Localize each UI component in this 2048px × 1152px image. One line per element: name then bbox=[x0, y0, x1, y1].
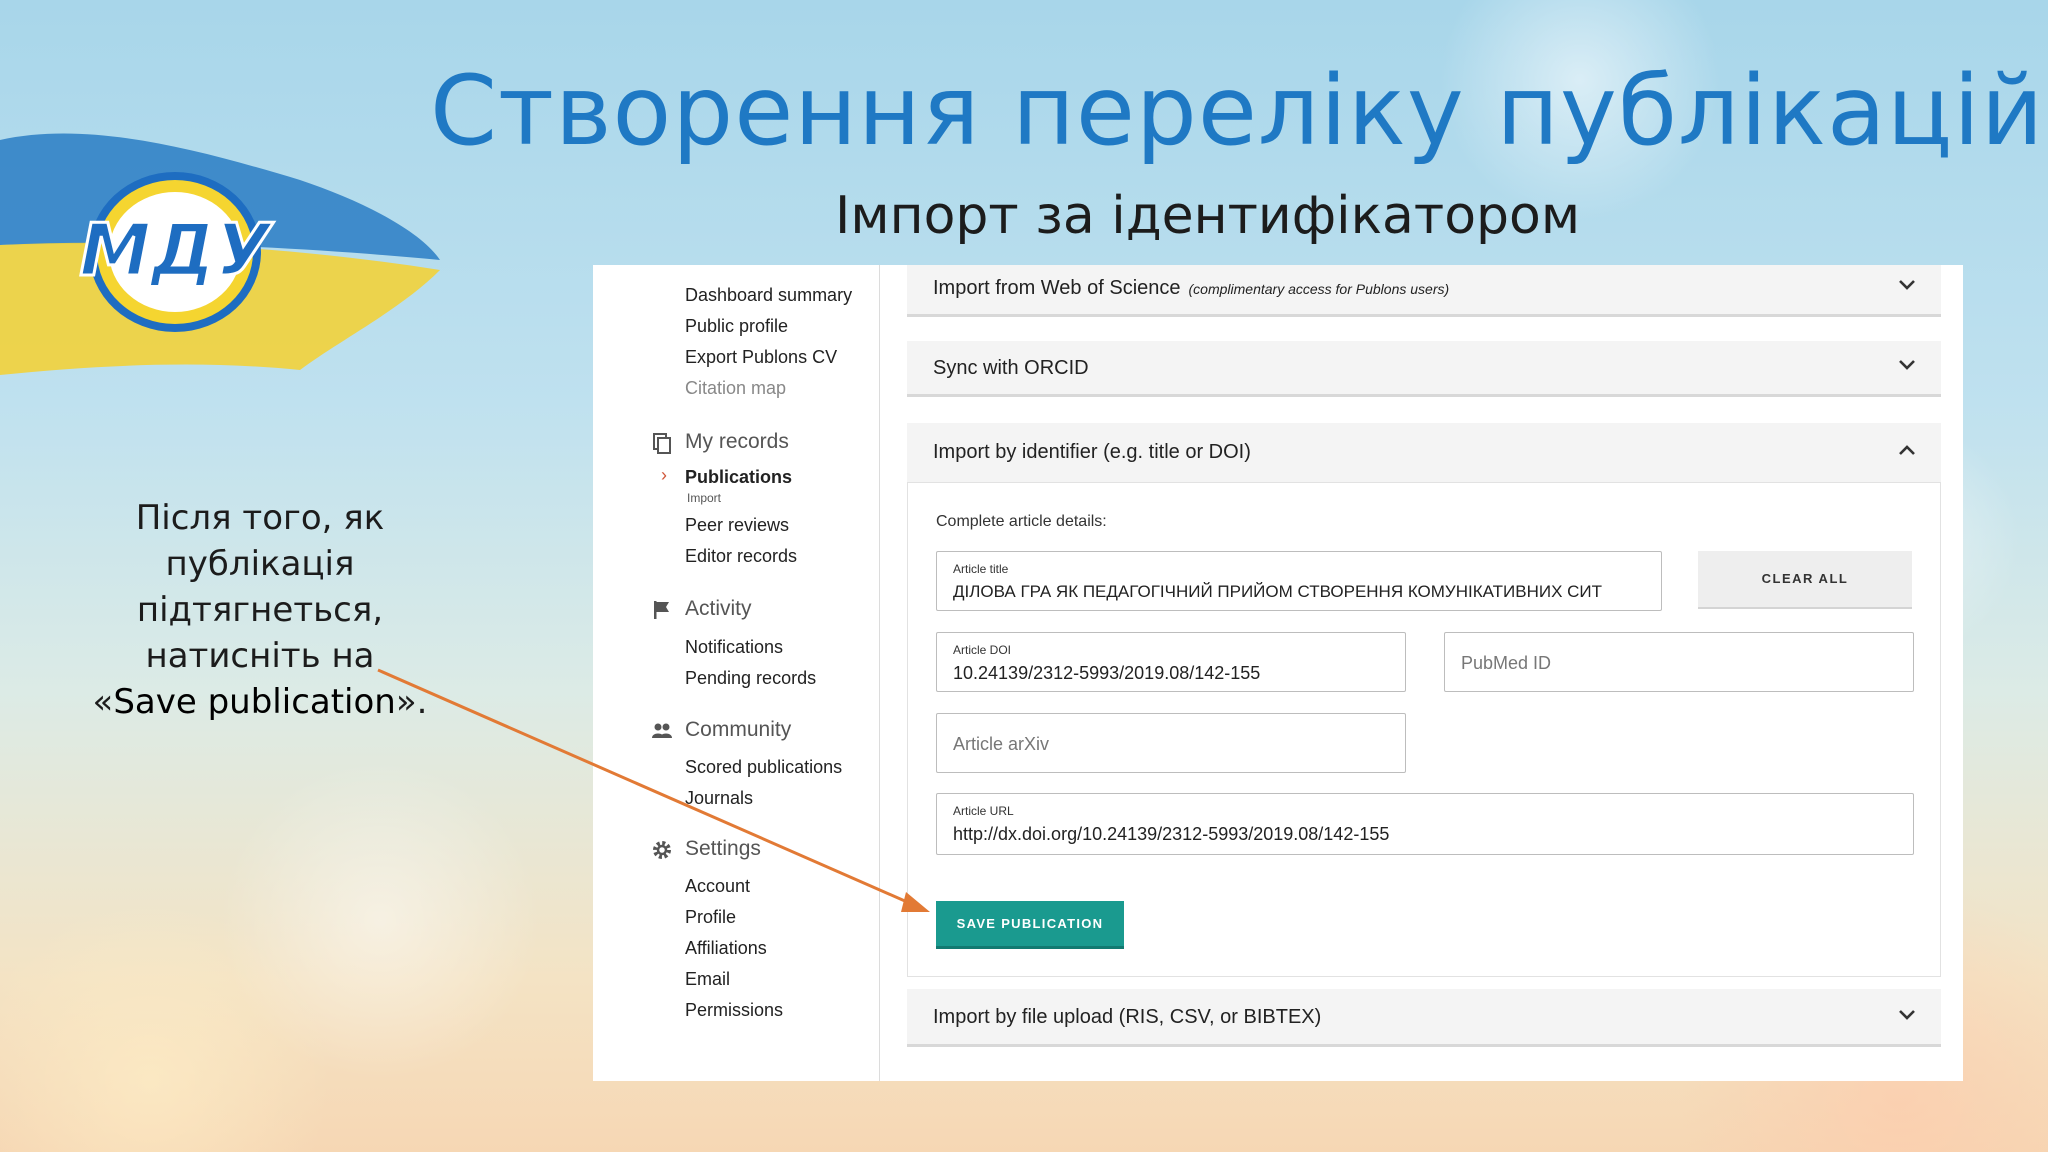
chevron-down-icon[interactable] bbox=[1895, 1003, 1919, 1027]
note-highlight: Save publication bbox=[113, 682, 396, 722]
sidebar-section-label: Community bbox=[685, 718, 792, 741]
accordion-title: Sync with ORCID bbox=[933, 357, 1089, 379]
accordion-title: Import from Web of Science (complimentary… bbox=[933, 277, 1449, 300]
publons-screenshot: Dashboard summary Public profile Export … bbox=[593, 265, 1963, 1081]
article-doi-field[interactable]: Article DOI 10.24139/2312-5993/2019.08/1… bbox=[936, 632, 1406, 692]
sidebar-item-public-profile[interactable]: Public profile bbox=[685, 316, 788, 337]
sidebar-section-label: Activity bbox=[685, 597, 752, 620]
main-content: Import from Web of Science (complimentary… bbox=[879, 265, 1963, 1081]
accordion-note: (complimentary access for Publons users) bbox=[1188, 281, 1450, 297]
gear-icon bbox=[653, 841, 671, 859]
chevron-right-icon: › bbox=[661, 465, 667, 485]
sidebar-item-peer-reviews[interactable]: Peer reviews bbox=[685, 515, 789, 536]
sidebar-sub-import[interactable]: Import bbox=[687, 491, 721, 505]
sidebar-item-scored-publications[interactable]: Scored publications bbox=[685, 757, 842, 778]
sidebar-item-permissions[interactable]: Permissions bbox=[685, 1000, 783, 1021]
article-url-field[interactable]: Article URL http://dx.doi.org/10.24139/2… bbox=[936, 793, 1914, 855]
save-publication-button[interactable]: SAVE PUBLICATION bbox=[936, 901, 1124, 949]
sidebar-item-dashboard-summary[interactable]: Dashboard summary bbox=[685, 285, 852, 306]
note-suffix: ». bbox=[395, 682, 428, 722]
accordion-web-of-science[interactable]: Import from Web of Science (complimentary… bbox=[907, 265, 1941, 317]
article-arxiv-field[interactable]: Article arXiv bbox=[936, 713, 1406, 773]
clear-all-button[interactable]: CLEAR ALL bbox=[1698, 551, 1912, 609]
chevron-down-icon[interactable] bbox=[1895, 273, 1919, 297]
chevron-up-icon[interactable] bbox=[1895, 439, 1919, 463]
sidebar-section-label: Settings bbox=[685, 837, 761, 860]
slide-subtitle: Імпорт за ідентифікатором bbox=[835, 186, 1581, 246]
slide-title: Створення переліку публікацій bbox=[430, 55, 2045, 167]
field-label: Article title bbox=[953, 562, 1009, 576]
accordion-title: Import by identifier (e.g. title or DOI) bbox=[933, 441, 1251, 463]
instruction-note: Після того, як публікація підтягнеться, … bbox=[90, 495, 430, 725]
sidebar-item-notifications[interactable]: Notifications bbox=[685, 637, 783, 658]
sidebar-item-affiliations[interactable]: Affiliations bbox=[685, 938, 767, 959]
sidebar-section-label: My records bbox=[685, 430, 789, 453]
sidebar: Dashboard summary Public profile Export … bbox=[593, 265, 880, 1081]
accordion-title: Import by file upload (RIS, CSV, or BIBT… bbox=[933, 1006, 1322, 1028]
article-title-field[interactable]: Article title ДІЛОВА ГРА ЯК ПЕДАГОГІЧНИЙ… bbox=[936, 551, 1662, 611]
sidebar-section-my-records: My records bbox=[653, 430, 789, 454]
field-value: ДІЛОВА ГРА ЯК ПЕДАГОГІЧНИЙ ПРИЙОМ СТВОРЕ… bbox=[953, 582, 1603, 601]
field-placeholder: PubMed ID bbox=[1461, 653, 1552, 673]
field-label: Article URL bbox=[953, 804, 1014, 818]
sidebar-item-publications[interactable]: Publications bbox=[685, 467, 792, 488]
flag-icon bbox=[654, 601, 669, 619]
sidebar-item-export-cv[interactable]: Export Publons CV bbox=[685, 347, 837, 368]
sidebar-section-settings: Settings bbox=[653, 837, 761, 861]
sidebar-item-journals[interactable]: Journals bbox=[685, 788, 753, 809]
sidebar-item-pending-records[interactable]: Pending records bbox=[685, 668, 816, 689]
field-value: 10.24139/2312-5993/2019.08/142-155 bbox=[953, 663, 1261, 683]
accordion-orcid[interactable]: Sync with ORCID bbox=[907, 341, 1941, 397]
accordion-title-text: Import from Web of Science bbox=[933, 277, 1181, 299]
chevron-down-icon[interactable] bbox=[1895, 353, 1919, 377]
mdu-logo: МДУ bbox=[78, 172, 276, 332]
records-icon bbox=[653, 433, 671, 454]
sidebar-section-activity: Activity bbox=[654, 597, 752, 621]
form-heading: Complete article details: bbox=[936, 513, 1107, 530]
logo-text: МДУ bbox=[79, 208, 274, 292]
pubmed-id-field[interactable]: PubMed ID bbox=[1444, 632, 1914, 692]
sidebar-item-email[interactable]: Email bbox=[685, 969, 730, 990]
people-icon bbox=[652, 723, 672, 738]
sidebar-item-citation-map[interactable]: Citation map bbox=[685, 378, 786, 399]
identifier-form: Complete article details: Article title … bbox=[907, 483, 1941, 977]
sidebar-item-editor-records[interactable]: Editor records bbox=[685, 546, 797, 567]
field-label: Article DOI bbox=[953, 643, 1012, 657]
sidebar-section-community: Community bbox=[652, 718, 792, 742]
sidebar-item-profile[interactable]: Profile bbox=[685, 907, 736, 928]
field-placeholder: Article arXiv bbox=[953, 734, 1050, 754]
sidebar-item-account[interactable]: Account bbox=[685, 876, 750, 897]
accordion-identifier[interactable]: Import by identifier (e.g. title or DOI) bbox=[907, 423, 1941, 483]
field-value: http://dx.doi.org/10.24139/2312-5993/201… bbox=[953, 824, 1390, 844]
accordion-file-upload[interactable]: Import by file upload (RIS, CSV, or BIBT… bbox=[907, 989, 1941, 1047]
